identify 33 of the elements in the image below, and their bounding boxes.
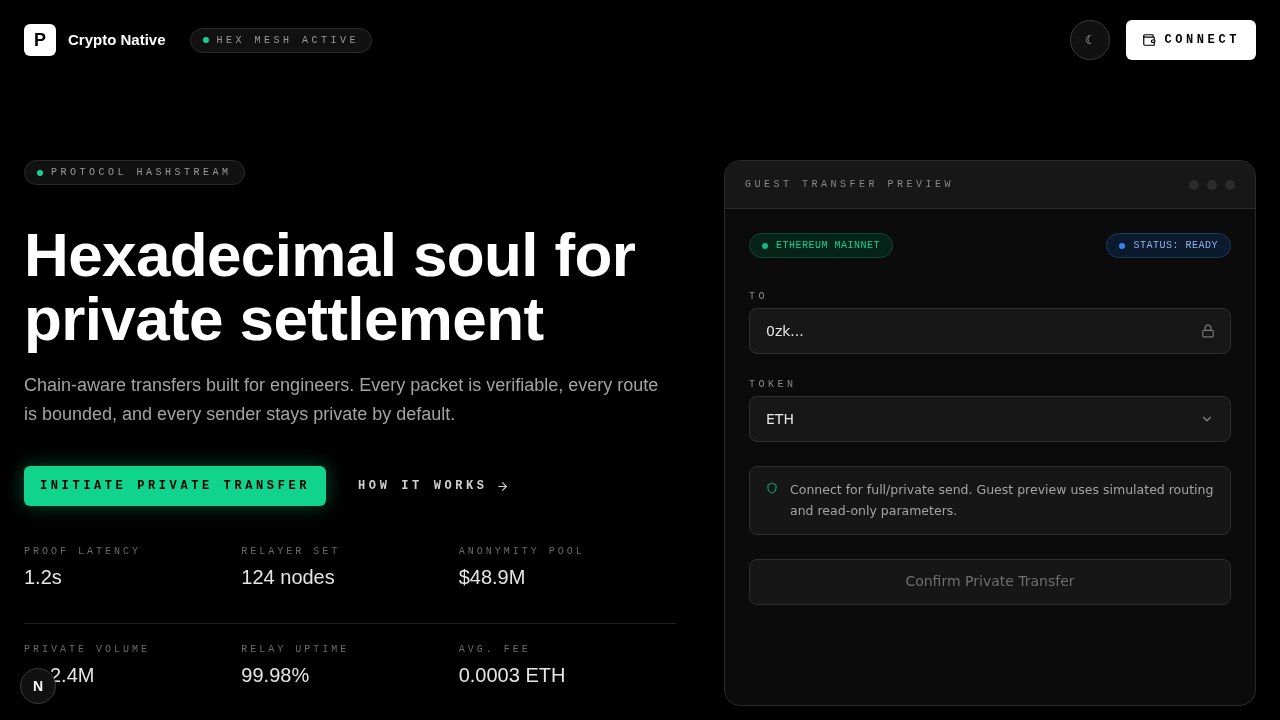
token-select[interactable]: ETH (749, 396, 1231, 442)
stat-value: $48.9M (458, 567, 527, 588)
hero-subtitle: Chain-aware transfers built for engineers. Every packet is verifiable, every route is bounded, and every sender stays private by default. (24, 373, 660, 426)
initiate-transfer-button[interactable]: INITIATE PRIVATE TRANSFER (24, 466, 327, 507)
stat-label: PRIVATE VOLUME (24, 643, 151, 658)
notice-text: Connect for full/private send. Guest preview uses simulated routing and read-only parameters. (790, 481, 1214, 521)
lock-icon (1201, 324, 1215, 338)
stat-value: 0.0003 ETH (458, 665, 567, 686)
stat-value: 99.98% (241, 665, 311, 686)
theme-toggle[interactable]: ☾ (1070, 20, 1111, 60)
how-it-works-link[interactable]: HOW IT WORKS (358, 477, 509, 496)
eyebrow-pill: PROTOCOL HASHSTREAM (24, 160, 245, 185)
wallet-icon (1142, 33, 1157, 47)
stat-value: 1.2s (24, 567, 63, 588)
shield-icon (766, 482, 778, 494)
recipient-field[interactable]: 0zk... (749, 308, 1231, 354)
stat-label: PROOF LATENCY (24, 545, 142, 560)
connect-button[interactable]: CONNECT (1126, 20, 1256, 60)
stat-label: ANONYMITY POOL (458, 545, 586, 560)
stat-label: RELAY UPTIME (241, 643, 351, 658)
network-badge: ETHEREUM MAINNET (749, 233, 893, 258)
status-pill: HEX MESH ACTIVE (189, 27, 373, 53)
stat-value: 124 nodes (241, 567, 336, 588)
stat-label: AVG. FEE (458, 643, 532, 658)
card-title: GUEST TRANSFER PREVIEW (745, 178, 955, 192)
logo[interactable]: P (24, 24, 56, 56)
field-label: TOKEN (749, 378, 798, 392)
field-label: TO (749, 290, 769, 304)
stat-label: RELAYER SET (241, 545, 342, 560)
hero-title: Hexadecimal soul for private settlement (24, 223, 637, 351)
brand-name: Crypto Native (68, 29, 166, 50)
network-badge: STATUS: READY (1106, 233, 1231, 258)
arrow-right-icon (495, 479, 509, 493)
